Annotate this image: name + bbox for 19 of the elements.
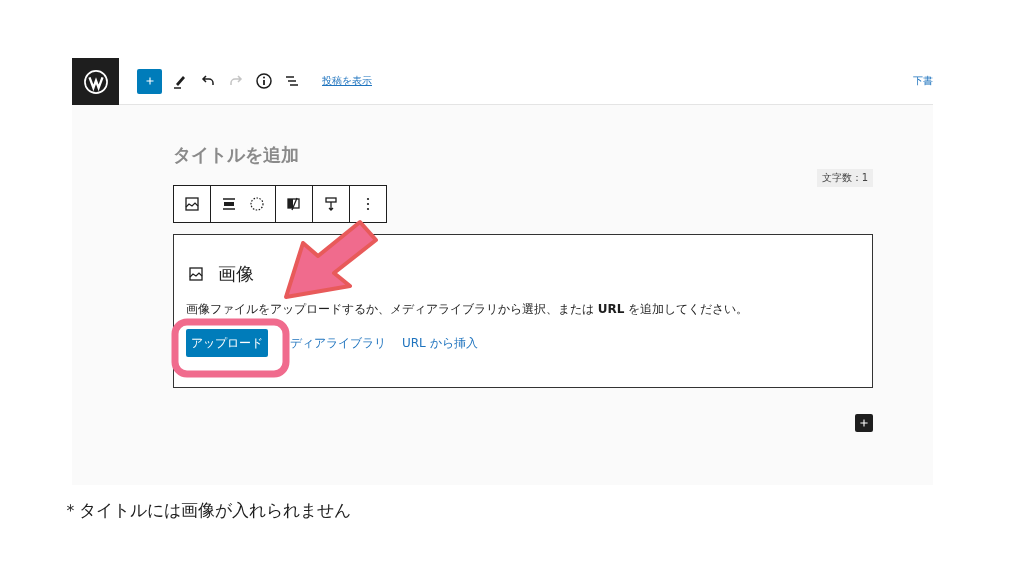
add-block-button[interactable] bbox=[855, 414, 873, 432]
image-icon bbox=[186, 264, 206, 284]
upload-button[interactable]: アップロード bbox=[186, 329, 268, 357]
link-button[interactable]: ディアライブラリ bbox=[290, 334, 386, 352]
plus-icon bbox=[858, 417, 870, 429]
info-icon[interactable] bbox=[254, 71, 274, 91]
wordpress-logo-icon bbox=[82, 68, 109, 95]
block-title: 画像 bbox=[218, 262, 254, 286]
title-placeholder[interactable]: タイトルを追加 bbox=[173, 143, 873, 167]
link-button[interactable]: URL から挿入 bbox=[402, 334, 478, 352]
image-icon[interactable] bbox=[182, 194, 202, 214]
dotted-circle-icon[interactable] bbox=[247, 194, 267, 214]
save-draft-link[interactable]: 下書 bbox=[913, 74, 933, 88]
view-post-link[interactable]: 投稿を表示 bbox=[322, 74, 372, 88]
caption-text: ＊タイトルには画像が入れられません bbox=[62, 499, 352, 522]
add-block-button[interactable] bbox=[137, 68, 162, 94]
word-count: 文字数：1 bbox=[816, 169, 873, 187]
instructions: 画像ファイルをアップロードするか、メディアライブラリから選択、または URL を追加してください。 bbox=[186, 301, 750, 318]
logo-tile[interactable] bbox=[72, 58, 119, 105]
